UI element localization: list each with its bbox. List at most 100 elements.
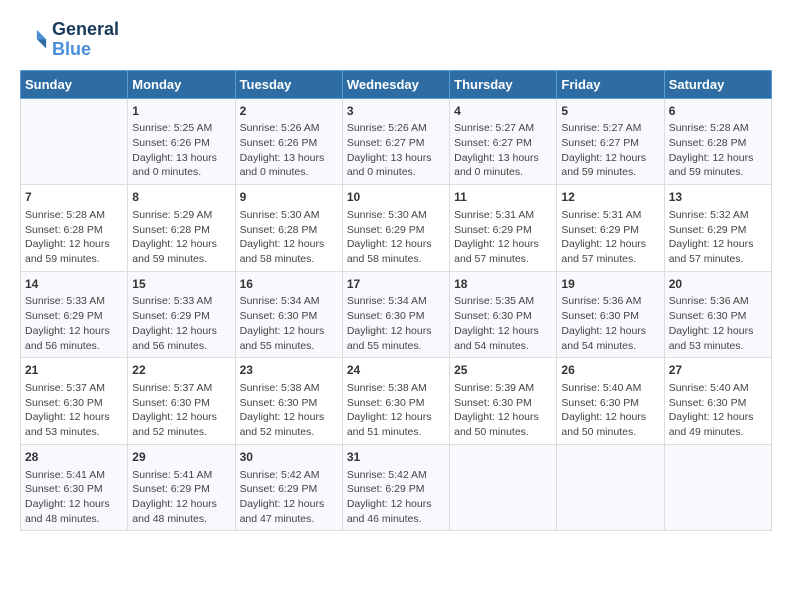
calendar-cell: 3Sunrise: 5:26 AM Sunset: 6:27 PM Daylig… [342,98,449,185]
week-row-1: 1Sunrise: 5:25 AM Sunset: 6:26 PM Daylig… [21,98,772,185]
day-content: Sunrise: 5:36 AM Sunset: 6:30 PM Dayligh… [561,294,659,353]
calendar-cell: 26 Sunrise: 5:40 AM Sunset: 6:30 PM Dayli… [557,358,664,445]
day-number: 18 [454,276,552,293]
day-number: 27 [669,362,767,379]
day-content: Sunrise: 5:27 AM Sunset: 6:27 PM Dayligh… [561,121,659,180]
day-number: 4 [454,103,552,120]
header-cell-wednesday: Wednesday [342,70,449,98]
logo-text: General Blue [52,20,119,60]
calendar-cell: 12Sunrise: 5:31 AM Sunset: 6:29 PM Dayli… [557,185,664,272]
header-cell-sunday: Sunday [21,70,128,98]
calendar-cell: 17Sunrise: 5:34 AM Sunset: 6:30 PM Dayli… [342,271,449,358]
day-content: Sunrise: 5:38 AM Sunset: 6:30 PM Dayligh… [240,381,338,440]
day-content: Sunrise: 5:35 AM Sunset: 6:30 PM Dayligh… [454,294,552,353]
week-row-2: 7Sunrise: 5:28 AM Sunset: 6:28 PM Daylig… [21,185,772,272]
day-content: Sunrise: 5:31 AM Sunset: 6:29 PM Dayligh… [454,208,552,267]
calendar-cell: 21 Sunrise: 5:37 AM Sunset: 6:30 PM Dayli… [21,358,128,445]
calendar-cell: 10Sunrise: 5:30 AM Sunset: 6:29 PM Dayli… [342,185,449,272]
calendar-cell: 9 Sunrise: 5:30 AM Sunset: 6:28 PM Daylig… [235,185,342,272]
calendar-cell: 4Sunrise: 5:27 AM Sunset: 6:27 PM Daylig… [450,98,557,185]
calendar-cell: 30Sunrise: 5:42 AM Sunset: 6:29 PM Dayli… [235,444,342,531]
calendar-cell: 24Sunrise: 5:38 AM Sunset: 6:30 PM Dayli… [342,358,449,445]
day-content: Sunrise: 5:37 AM Sunset: 6:30 PM Dayligh… [25,381,123,440]
day-number: 17 [347,276,445,293]
header-cell-thursday: Thursday [450,70,557,98]
day-number: 22 [132,362,230,379]
day-number: 11 [454,189,552,206]
week-row-3: 14Sunrise: 5:33 AM Sunset: 6:29 PM Dayli… [21,271,772,358]
calendar-cell: 19Sunrise: 5:36 AM Sunset: 6:30 PM Dayli… [557,271,664,358]
day-number: 20 [669,276,767,293]
day-number: 24 [347,362,445,379]
calendar-cell: 7Sunrise: 5:28 AM Sunset: 6:28 PM Daylig… [21,185,128,272]
calendar-cell: 18Sunrise: 5:35 AM Sunset: 6:30 PM Dayli… [450,271,557,358]
day-number: 13 [669,189,767,206]
calendar-cell: 31 Sunrise: 5:42 AM Sunset: 6:29 PM Dayli… [342,444,449,531]
day-content: Sunrise: 5:33 AM Sunset: 6:29 PM Dayligh… [132,294,230,353]
day-content: Sunrise: 5:40 AM Sunset: 6:30 PM Dayligh… [561,381,659,440]
day-number: 15 [132,276,230,293]
day-content: Sunrise: 5:34 AM Sunset: 6:30 PM Dayligh… [240,294,338,353]
day-content: Sunrise: 5:41 AM Sunset: 6:29 PM Dayligh… [132,468,230,527]
logo: General Blue [20,20,119,60]
calendar-cell: 20Sunrise: 5:36 AM Sunset: 6:30 PM Dayli… [664,271,771,358]
day-number: 8 [132,189,230,206]
day-number: 3 [347,103,445,120]
calendar-cell [21,98,128,185]
calendar-cell: 28Sunrise: 5:41 AM Sunset: 6:30 PM Dayli… [21,444,128,531]
day-content: Sunrise: 5:28 AM Sunset: 6:28 PM Dayligh… [669,121,767,180]
week-row-4: 21 Sunrise: 5:37 AM Sunset: 6:30 PM Dayli… [21,358,772,445]
calendar-cell: 25 Sunrise: 5:39 AM Sunset: 6:30 PM Dayli… [450,358,557,445]
day-content: Sunrise: 5:42 AM Sunset: 6:29 PM Dayligh… [347,468,445,527]
day-content: Sunrise: 5:32 AM Sunset: 6:29 PM Dayligh… [669,208,767,267]
calendar-cell: 6Sunrise: 5:28 AM Sunset: 6:28 PM Daylig… [664,98,771,185]
calendar-cell: 23 Sunrise: 5:38 AM Sunset: 6:30 PM Dayli… [235,358,342,445]
day-number: 7 [25,189,123,206]
calendar-table: SundayMondayTuesdayWednesdayThursdayFrid… [20,70,772,532]
calendar-cell: 2Sunrise: 5:26 AM Sunset: 6:26 PM Daylig… [235,98,342,185]
day-number: 2 [240,103,338,120]
day-content: Sunrise: 5:36 AM Sunset: 6:30 PM Dayligh… [669,294,767,353]
calendar-cell [450,444,557,531]
day-content: Sunrise: 5:26 AM Sunset: 6:26 PM Dayligh… [240,121,338,180]
calendar-cell [557,444,664,531]
day-content: Sunrise: 5:34 AM Sunset: 6:30 PM Dayligh… [347,294,445,353]
day-content: Sunrise: 5:25 AM Sunset: 6:26 PM Dayligh… [132,121,230,180]
day-content: Sunrise: 5:26 AM Sunset: 6:27 PM Dayligh… [347,121,445,180]
calendar-cell: 1Sunrise: 5:25 AM Sunset: 6:26 PM Daylig… [128,98,235,185]
day-number: 31 [347,449,445,466]
day-number: 30 [240,449,338,466]
calendar-cell: 11 Sunrise: 5:31 AM Sunset: 6:29 PM Dayli… [450,185,557,272]
week-row-5: 28Sunrise: 5:41 AM Sunset: 6:30 PM Dayli… [21,444,772,531]
day-number: 6 [669,103,767,120]
calendar-header: SundayMondayTuesdayWednesdayThursdayFrid… [21,70,772,98]
day-number: 19 [561,276,659,293]
calendar-cell: 13 Sunrise: 5:32 AM Sunset: 6:29 PM Dayli… [664,185,771,272]
day-number: 21 [25,362,123,379]
page-header: General Blue [20,20,772,60]
header-row: SundayMondayTuesdayWednesdayThursdayFrid… [21,70,772,98]
day-content: Sunrise: 5:39 AM Sunset: 6:30 PM Dayligh… [454,381,552,440]
day-content: Sunrise: 5:37 AM Sunset: 6:30 PM Dayligh… [132,381,230,440]
day-number: 23 [240,362,338,379]
calendar-cell [664,444,771,531]
calendar-body: 1Sunrise: 5:25 AM Sunset: 6:26 PM Daylig… [21,98,772,531]
day-number: 10 [347,189,445,206]
calendar-cell: 15Sunrise: 5:33 AM Sunset: 6:29 PM Dayli… [128,271,235,358]
day-number: 14 [25,276,123,293]
day-content: Sunrise: 5:30 AM Sunset: 6:28 PM Dayligh… [240,208,338,267]
calendar-cell: 14Sunrise: 5:33 AM Sunset: 6:29 PM Dayli… [21,271,128,358]
header-cell-saturday: Saturday [664,70,771,98]
header-cell-tuesday: Tuesday [235,70,342,98]
day-number: 25 [454,362,552,379]
day-number: 9 [240,189,338,206]
day-number: 26 [561,362,659,379]
calendar-cell: 5Sunrise: 5:27 AM Sunset: 6:27 PM Daylig… [557,98,664,185]
day-content: Sunrise: 5:33 AM Sunset: 6:29 PM Dayligh… [25,294,123,353]
header-cell-friday: Friday [557,70,664,98]
day-number: 5 [561,103,659,120]
day-number: 1 [132,103,230,120]
calendar-cell: 8Sunrise: 5:29 AM Sunset: 6:28 PM Daylig… [128,185,235,272]
day-number: 16 [240,276,338,293]
day-content: Sunrise: 5:27 AM Sunset: 6:27 PM Dayligh… [454,121,552,180]
